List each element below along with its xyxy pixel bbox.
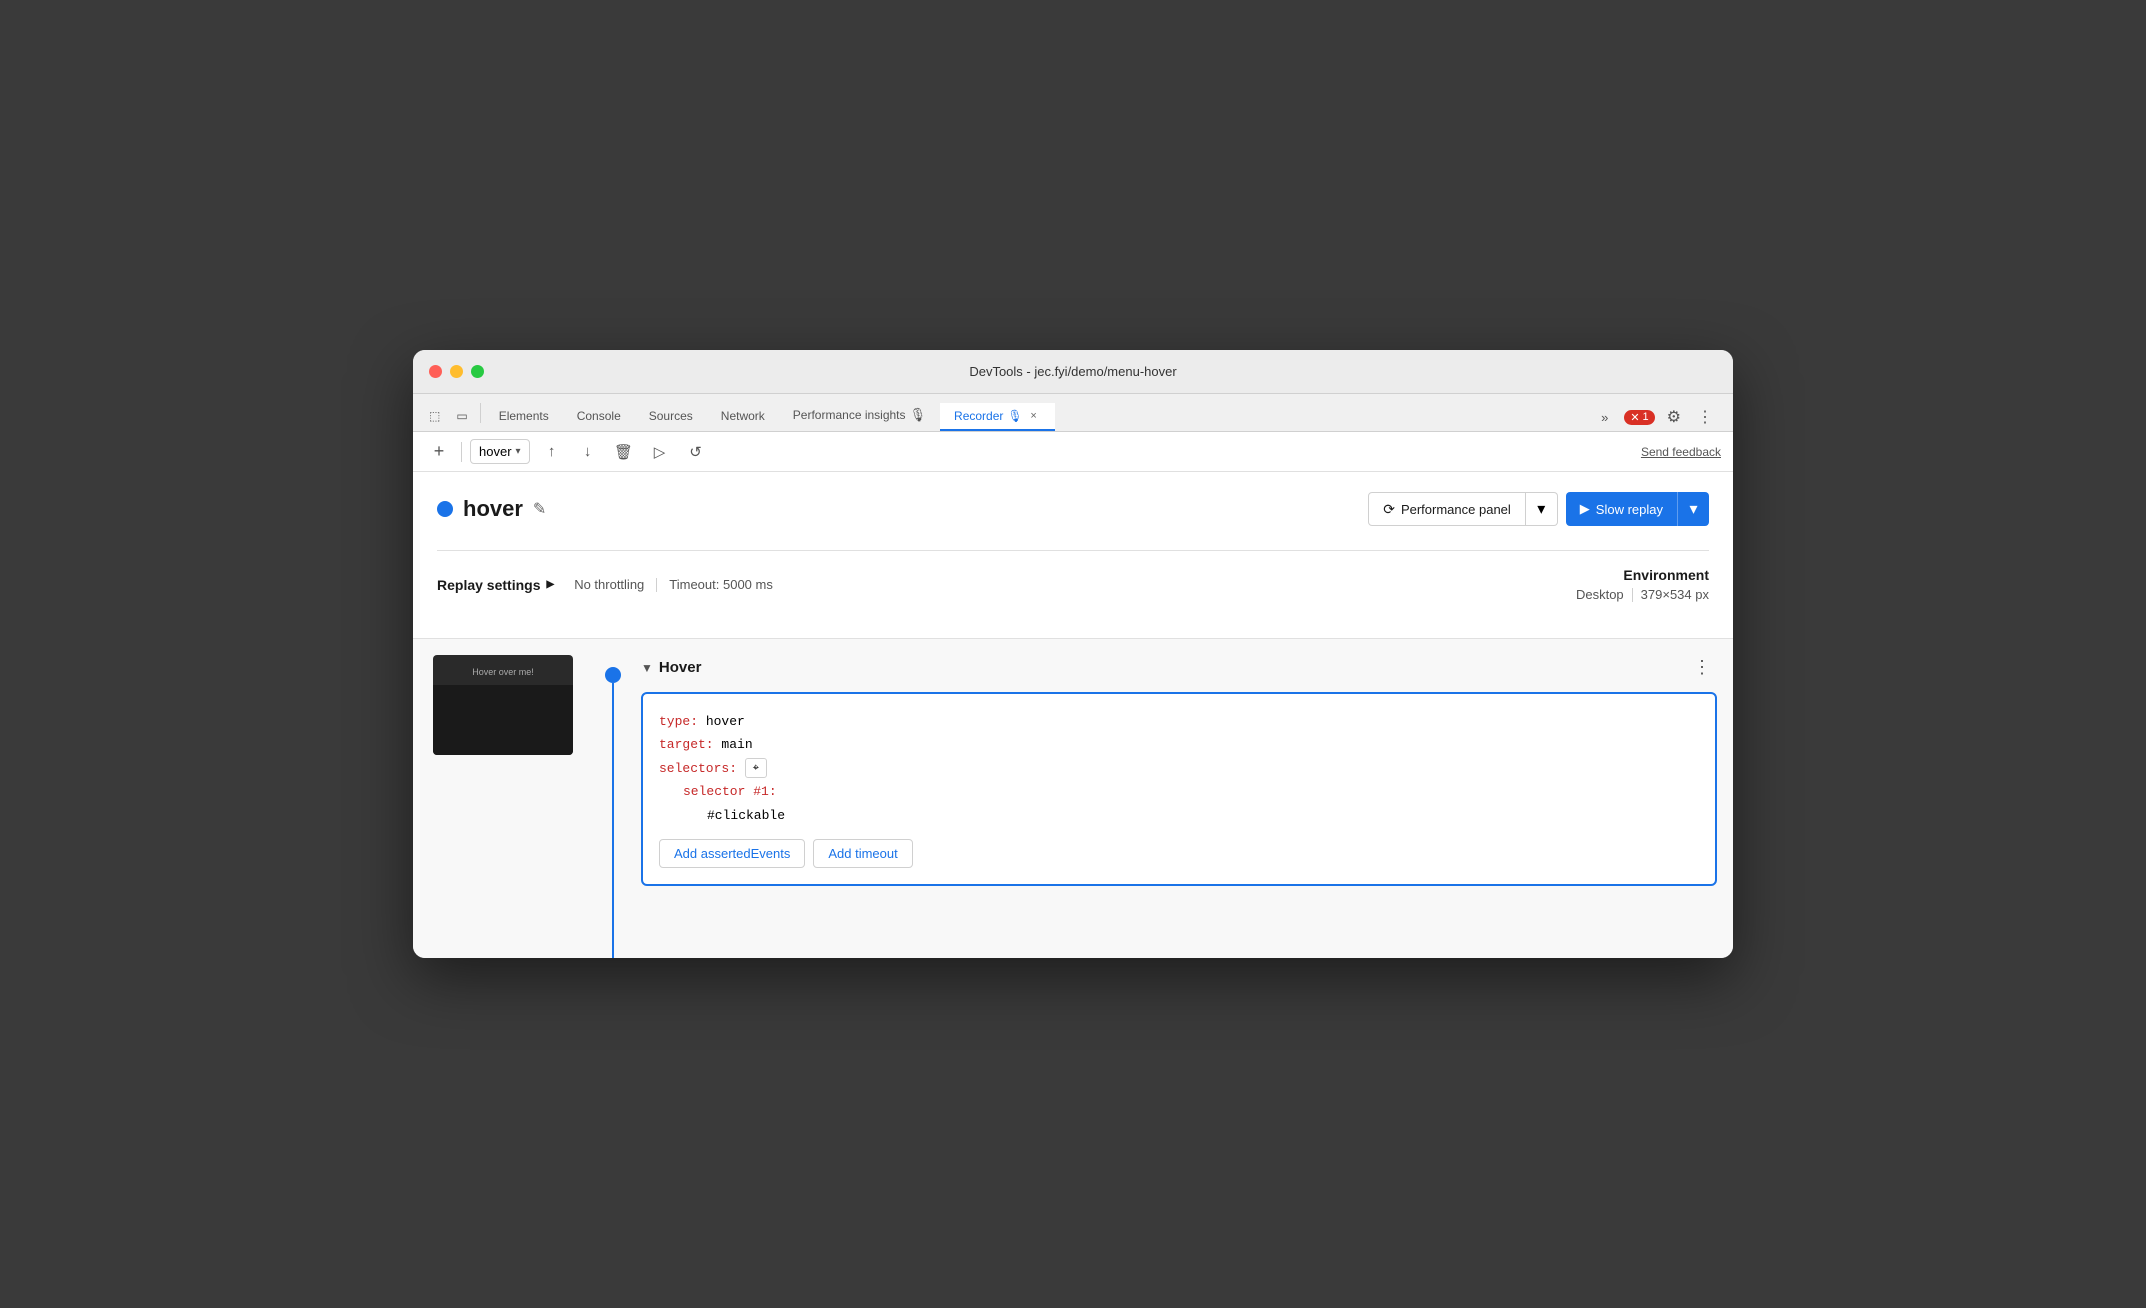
code-selectors-line: selectors: ⌖ [659,757,1699,780]
step-title-area[interactable]: ▼ Hover [641,659,701,676]
recorder-record-icon: 🎙 [1007,409,1022,423]
select-chevron-icon: ▾ [516,446,521,457]
steps-area: Hover over me! ▼ Hover ⋮ type: [413,638,1733,958]
add-recording-button[interactable]: + [425,438,453,466]
edit-name-icon[interactable]: ✎ [533,499,546,519]
performance-record-icon: 🎙 [910,407,927,423]
dropdown-chevron-icon: ▾ [1537,499,1545,519]
toolbar: + hover ▾ ↑ ↓ 🗑 ▷ ↺ Send feedback [413,432,1733,472]
send-feedback-link[interactable]: Send feedback [1641,445,1721,459]
slow-replay-button-group: ▶ Slow replay ▾ [1566,492,1709,526]
code-target-line: target: main [659,733,1699,756]
play-icon: ▷ [654,443,666,461]
tab-recorder[interactable]: Recorder 🎙 × [940,403,1055,431]
replay-settings-section: Replay settings ▶ No throttling Timeout:… [437,550,1709,618]
tab-divider [480,403,481,423]
recording-title-area: hover ✎ [437,496,546,522]
tab-bar: ⬚ ▭ Elements Console Sources Network Per… [413,394,1733,432]
recording-name: hover [463,496,523,522]
throttling-label: No throttling [574,577,656,592]
slow-replay-dropdown-button[interactable]: ▾ [1677,492,1709,526]
replay-meta: No throttling Timeout: 5000 ms [574,577,785,592]
slow-replay-chevron-icon: ▾ [1689,499,1697,519]
timeout-label: Timeout: 5000 ms [657,577,785,592]
window-title: DevTools - jec.fyi/demo/menu-hover [969,364,1176,379]
delete-button[interactable]: 🗑 [610,438,638,466]
step-code-box: type: hover target: main selectors: ⌖ [641,692,1717,886]
replay-options-button[interactable]: ↺ [682,438,710,466]
main-content: hover ✎ ⟳ Performance panel ▾ [413,472,1733,638]
tab-network[interactable]: Network [707,403,779,431]
title-bar: DevTools - jec.fyi/demo/menu-hover [413,350,1733,394]
step-more-button[interactable]: ⋮ [1687,655,1717,680]
replay-button[interactable]: ▷ [646,438,674,466]
tab-device-icon[interactable]: ▭ [448,403,475,431]
environment-label: Environment [1576,567,1709,583]
traffic-lights [429,365,484,378]
recording-select[interactable]: hover ▾ [470,439,530,464]
tab-elements[interactable]: Elements [485,403,563,431]
step-content: ▼ Hover ⋮ type: hover target: main [633,639,1733,958]
recording-status-dot [437,501,453,517]
step-actions: Add assertedEvents Add timeout [659,839,1699,868]
play-slow-icon: ▶ [1580,501,1590,517]
toolbar-divider [461,442,462,462]
replay-settings-left: Replay settings ▶ No throttling Timeout:… [437,577,785,593]
step-dot [605,667,621,683]
export-button[interactable]: ↑ [538,438,566,466]
step-header: ▼ Hover ⋮ [641,655,1717,680]
slow-replay-button[interactable]: ▶ Slow replay [1566,492,1677,526]
cursor-icon: ⌖ [753,762,759,775]
tab-more-button[interactable]: » [1593,406,1616,429]
performance-panel-button[interactable]: ⟳ Performance panel [1368,492,1526,526]
tab-sources[interactable]: Sources [635,403,707,431]
thumbnail-label: Hover over me! [472,667,534,677]
more-options-icon[interactable]: ⋮ [1693,403,1717,431]
step-collapse-icon: ▼ [641,661,653,675]
replay-settings-expand-icon: ▶ [546,579,554,590]
tab-close-icon[interactable]: × [1027,409,1041,423]
code-type-line: type: hover [659,710,1699,733]
thumbnail-card: Hover over me! [433,655,573,755]
error-badge[interactable]: ✕ 1 [1624,410,1654,425]
step-line [612,683,614,958]
tab-cursor-icon[interactable]: ⬚ [421,403,448,431]
env-divider [1632,588,1633,602]
perf-panel-button-group: ⟳ Performance panel ▾ [1368,492,1558,526]
settings-icon[interactable]: ⚙ [1663,403,1685,431]
code-selector1-line: selector #1: [659,780,1699,803]
devtools-window: DevTools - jec.fyi/demo/menu-hover ⬚ ▭ E… [413,350,1733,958]
replay-settings-title[interactable]: Replay settings ▶ [437,577,554,593]
export-icon: ↑ [548,443,556,460]
header-actions: ⟳ Performance panel ▾ ▶ Slow replay ▾ [1368,492,1709,526]
environment-detail: Desktop 379×534 px [1576,587,1709,602]
close-button[interactable] [429,365,442,378]
import-button[interactable]: ↓ [574,438,602,466]
selector-visualize-button[interactable]: ⌖ [745,758,767,778]
import-icon: ↓ [584,443,592,460]
step-thumbnail: Hover over me! [413,639,593,958]
perf-icon: ⟳ [1383,501,1395,518]
step-connector [593,639,633,958]
recording-header: hover ✎ ⟳ Performance panel ▾ [437,492,1709,526]
delete-icon: 🗑 [614,443,633,461]
add-asserted-events-button[interactable]: Add assertedEvents [659,839,805,868]
thumbnail-inner [433,685,573,755]
tab-console[interactable]: Console [563,403,635,431]
tab-performance[interactable]: Performance insights 🎙 [779,401,940,431]
step-title: Hover [659,659,702,676]
perf-panel-dropdown-button[interactable]: ▾ [1526,492,1558,526]
dimensions-label: 379×534 px [1641,587,1709,602]
code-selector1-val-line: #clickable [659,804,1699,827]
tab-bar-right: » ✕ 1 ⚙ ⋮ [1593,403,1725,431]
replay-circle-icon: ↺ [689,443,702,461]
maximize-button[interactable] [471,365,484,378]
environment-section: Environment Desktop 379×534 px [1576,567,1709,602]
minimize-button[interactable] [450,365,463,378]
device-type: Desktop [1576,587,1624,602]
add-timeout-button[interactable]: Add timeout [813,839,912,868]
